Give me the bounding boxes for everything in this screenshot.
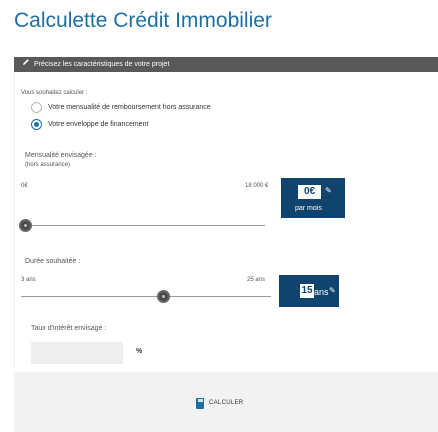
duration-label: Durée souhaitée : (25, 258, 81, 265)
duration-slider-track[interactable] (21, 296, 271, 297)
calculator-icon (196, 397, 204, 409)
pencil-icon (22, 57, 31, 72)
section-header-label: Précisez les caractéristiques de votre p… (34, 61, 170, 68)
radio-enveloppe-label: Votre enveloppe de financement (48, 121, 149, 128)
calculate-button[interactable]: CALCULER (196, 394, 243, 412)
duration-value: 15 (301, 285, 313, 296)
radio-mensualite[interactable] (31, 102, 42, 113)
duration-value-input[interactable]: 15 (300, 284, 314, 298)
monthly-label: Mensualité envisagée : (25, 152, 97, 159)
monthly-slider-track[interactable] (25, 225, 265, 226)
radio-option-enveloppe[interactable]: Votre enveloppe de financement (31, 119, 148, 130)
monthly-unit: par mois (295, 205, 322, 212)
rate-unit: % (136, 348, 143, 355)
form-panel: Vous souhaitez calculer : Votre mensuali… (14, 72, 438, 370)
monthly-min-label: 0€ (21, 183, 28, 189)
pencil-icon[interactable]: ✎ (329, 286, 336, 295)
monthly-sublabel: (hors assurance) (25, 162, 71, 168)
radio-option-mensualite[interactable]: Votre mensualité de remboursement hors a… (31, 102, 211, 113)
monthly-max-label: 18 000 € (245, 183, 269, 189)
duration-value-box[interactable]: 15 ans ✎ (279, 275, 339, 307)
page-title: Calculette Crédit Immobilier (14, 9, 272, 32)
pencil-icon[interactable]: ✎ (325, 186, 332, 195)
radio-mensualite-label: Votre mensualité de remboursement hors a… (48, 104, 211, 111)
duration-slider-thumb[interactable] (156, 290, 170, 303)
calculate-button-label: CALCULER (209, 400, 244, 406)
rate-label: Taux d'intérêt envisagé : (31, 325, 107, 332)
duration-max-label: 25 ans (247, 277, 266, 283)
monthly-value-box[interactable]: 0€ ✎ par mois (281, 178, 345, 218)
monthly-slider-thumb[interactable] (19, 219, 32, 232)
calc-type-label: Vous souhaitez calculer : (21, 90, 88, 96)
duration-min-label: 3 ans (21, 277, 36, 283)
duration-unit: ans (314, 287, 329, 297)
monthly-currency: € (309, 186, 316, 197)
section-header: Précisez les caractéristiques de votre p… (14, 57, 438, 72)
rate-input[interactable] (31, 342, 123, 364)
form-footer: CALCULER (14, 372, 438, 432)
radio-enveloppe[interactable] (31, 119, 42, 130)
monthly-value-input[interactable]: 0€ (298, 185, 321, 199)
